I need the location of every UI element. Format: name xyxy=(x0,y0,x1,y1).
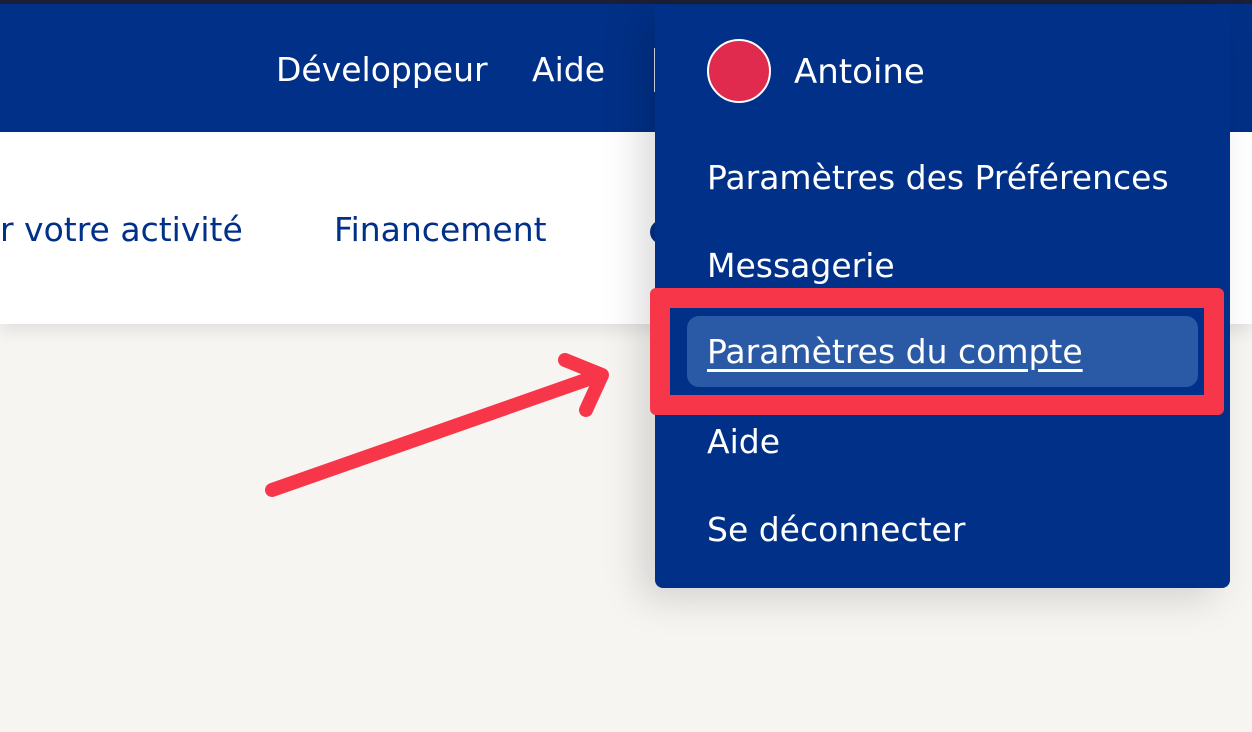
menu-item-aide[interactable]: Aide xyxy=(707,418,780,466)
menu-item-messagerie[interactable]: Messagerie xyxy=(707,242,895,290)
menu-item-preferences[interactable]: Paramètres des Préférences xyxy=(707,154,1169,202)
user-name[interactable]: Antoine xyxy=(794,48,925,96)
annotation-arrow-icon xyxy=(265,353,609,497)
sub-nav-link-activite[interactable]: r votre activité xyxy=(0,206,243,254)
menu-item-logout[interactable]: Se déconnecter xyxy=(707,506,965,554)
menu-item-account-settings[interactable]: Paramètres du compte xyxy=(687,316,1198,387)
sub-nav-link-financement[interactable]: Financement xyxy=(334,206,547,254)
nav-link-developpeur[interactable]: Développeur xyxy=(276,46,488,94)
window-top-strip xyxy=(0,0,1252,4)
account-dropdown-menu: Antoine Paramètres des Préférences Messa… xyxy=(655,6,1230,588)
user-avatar[interactable] xyxy=(707,39,771,103)
nav-link-aide[interactable]: Aide xyxy=(532,46,605,94)
